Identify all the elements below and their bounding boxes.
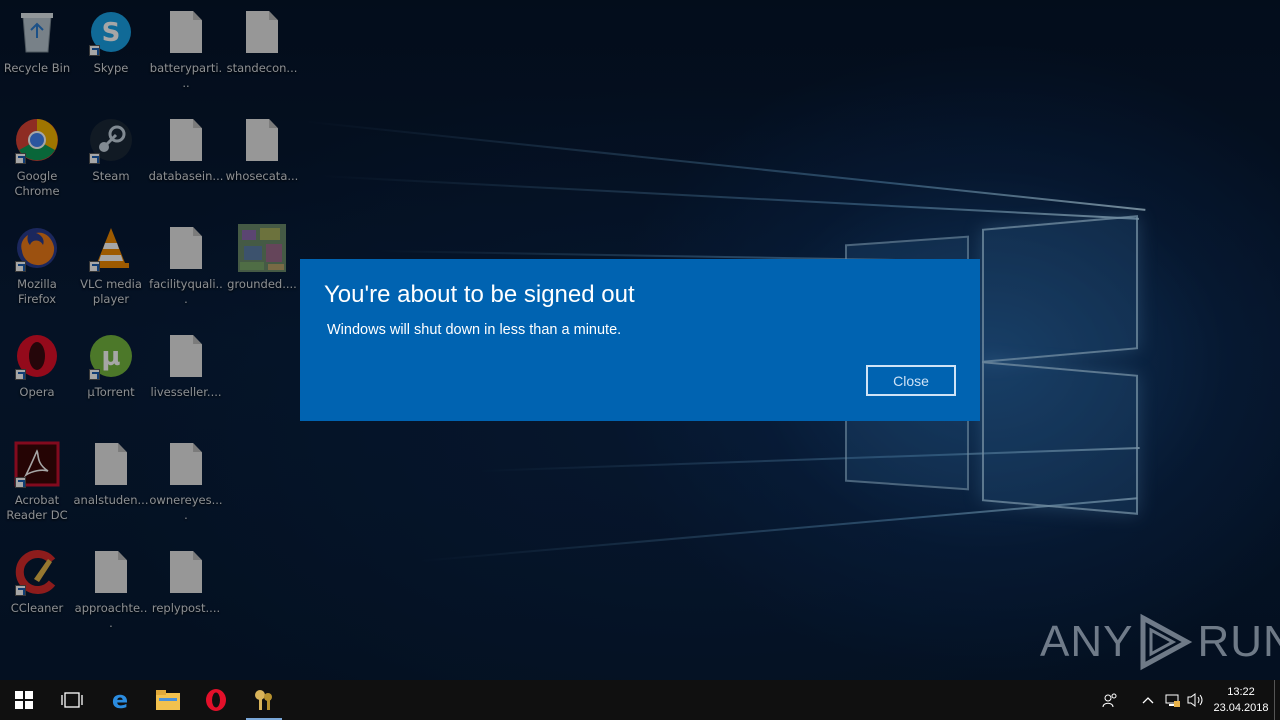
dialog-message: Windows will shut down in less than a mi… [327,322,622,338]
clock-time: 13:22 [1227,686,1255,698]
start-icon [15,691,33,709]
clock[interactable]: 13:22 23.04.2018 [1208,684,1274,716]
taskbar-edge[interactable]: e [96,680,144,720]
taskbar-opera[interactable] [192,680,240,720]
taskbar-file-explorer[interactable] [144,680,192,720]
edge-icon: e [112,688,128,712]
start-button[interactable] [0,680,48,720]
volume-button[interactable] [1184,680,1208,720]
play-logo-icon [1140,613,1193,671]
show-hidden-icons-button[interactable] [1136,680,1160,720]
volume-icon [1187,693,1203,707]
task-view-button[interactable] [48,680,96,720]
keys-icon [255,690,272,710]
dialog-title: You're about to be signed out [324,281,635,308]
taskbar-keys-app[interactable] [240,680,288,720]
svg-text:e: e [112,688,128,712]
taskbar: e 13:22 23.04.2018 [0,680,1280,720]
network-button[interactable] [1160,680,1184,720]
chevron-up-icon [1142,697,1154,704]
show-desktop-button[interactable] [1274,680,1280,720]
network-icon [1165,694,1180,707]
people-button[interactable] [1098,680,1122,720]
file-explorer-icon [156,690,180,710]
close-button[interactable]: Close [866,365,956,396]
task-view-icon [61,692,83,708]
opera-icon [206,689,226,711]
people-icon [1102,693,1117,708]
sign-out-dialog: You're about to be signed out Windows wi… [300,259,980,421]
system-tray: 13:22 23.04.2018 [1098,680,1280,720]
clock-date: 23.04.2018 [1213,702,1269,714]
anyrun-watermark: ANY RUN [1040,612,1280,672]
